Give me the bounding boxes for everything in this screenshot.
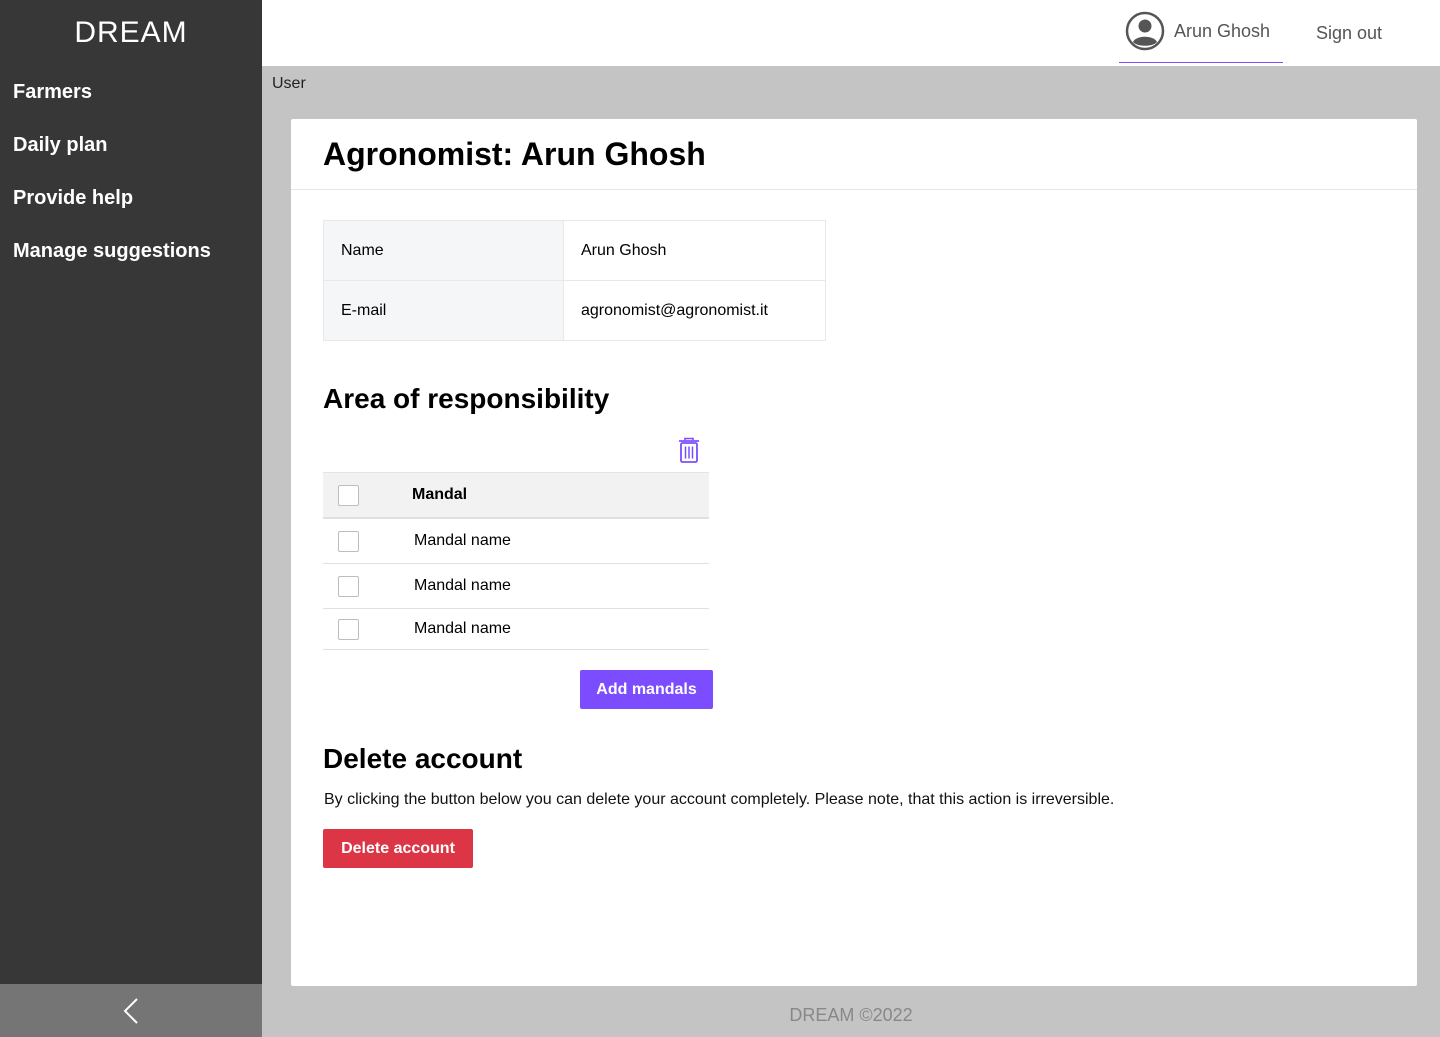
- sign-out-link[interactable]: Sign out: [1316, 0, 1382, 66]
- sidebar-item-daily-plan[interactable]: Daily plan: [0, 119, 262, 172]
- app-logo: DREAM: [74, 16, 188, 49]
- sidebar: DREAM Farmers Daily plan Provide help Ma…: [0, 0, 262, 1037]
- sidebar-item-farmers[interactable]: Farmers: [0, 66, 262, 119]
- trash-icon[interactable]: [678, 437, 700, 463]
- table-row: Mandal name: [323, 564, 709, 609]
- table-row: Name Arun Ghosh: [323, 220, 826, 281]
- table-row: E-mail agronomist@agronomist.it: [323, 280, 826, 341]
- profile-card: Agronomist: Arun Ghosh Name Arun Ghosh E…: [291, 119, 1417, 986]
- user-menu[interactable]: Arun Ghosh: [1119, 0, 1283, 63]
- row-checkbox[interactable]: [338, 575, 359, 597]
- sidebar-item-provide-help[interactable]: Provide help: [0, 172, 262, 225]
- mandal-name: Mandal name: [414, 620, 511, 637]
- email-value: agronomist@agronomist.it: [563, 280, 826, 341]
- mandal-name: Mandal name: [414, 577, 511, 594]
- name-value: Arun Ghosh: [563, 220, 826, 281]
- sidebar-item-manage-suggestions[interactable]: Manage suggestions: [0, 225, 262, 278]
- table-row: Mandal name: [323, 519, 709, 564]
- row-checkbox[interactable]: [338, 618, 359, 640]
- mandal-column-header: Mandal: [412, 486, 468, 503]
- sidebar-collapse-button[interactable]: [0, 984, 262, 1037]
- footer: DREAM ©2022: [789, 1005, 913, 1025]
- add-mandals-button[interactable]: Add mandals: [580, 670, 713, 709]
- select-all-checkbox[interactable]: [338, 484, 359, 506]
- name-label: Name: [323, 220, 564, 281]
- delete-account-description: By clicking the button below you can del…: [324, 791, 1115, 808]
- user-circle-icon: [1125, 11, 1165, 51]
- breadcrumb: User: [272, 75, 306, 92]
- chevron-left-icon: [123, 997, 138, 1024]
- table-row: Mandal name: [323, 609, 709, 650]
- email-label: E-mail: [323, 280, 564, 341]
- area-title: Area of responsibility: [323, 383, 610, 414]
- user-name: Arun Ghosh: [1174, 20, 1271, 41]
- delete-account-title: Delete account: [323, 743, 523, 774]
- page-title: Agronomist: Arun Ghosh: [291, 119, 1417, 190]
- mandal-table: Mandal Mandal name Mandal name Mandal na…: [323, 472, 709, 650]
- delete-account-button[interactable]: Delete account: [323, 829, 473, 868]
- table-header: Mandal: [323, 472, 709, 519]
- profile-info-table: Name Arun Ghosh E-mail agronomist@agrono…: [323, 220, 826, 341]
- mandal-name: Mandal name: [414, 532, 511, 549]
- top-header: Arun Ghosh Sign out: [262, 0, 1440, 66]
- row-checkbox[interactable]: [338, 530, 359, 552]
